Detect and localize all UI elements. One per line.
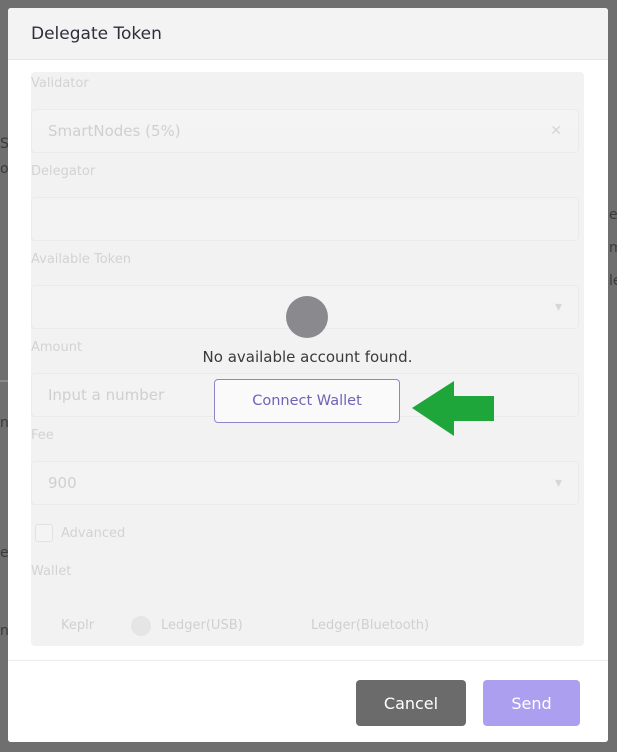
connect-wallet-button[interactable]: Connect Wallet <box>214 379 400 423</box>
chevron-down-icon: ▾ <box>554 299 562 315</box>
advanced-label: Advanced <box>61 526 126 541</box>
amount-placeholder: Input a number <box>48 386 165 404</box>
wallet-radio[interactable] <box>131 616 151 636</box>
fee-select[interactable]: 900 ▾ <box>31 461 579 505</box>
background-text: ei <box>609 207 617 223</box>
wallet-label: Wallet <box>31 564 72 579</box>
modal-header: Delegate Token <box>8 8 608 60</box>
no-account-message: No available account found. <box>202 348 413 366</box>
validator-select[interactable]: SmartNodes (5%) ✕ <box>31 109 579 153</box>
chevron-down-icon: ▾ <box>554 475 562 491</box>
modal-footer: Cancel Send <box>8 660 608 742</box>
cancel-button[interactable]: Cancel <box>356 680 466 726</box>
background-divider <box>0 380 8 382</box>
validator-label: Validator <box>31 76 89 91</box>
modal-title: Delegate Token <box>31 23 162 44</box>
background-text: le <box>609 273 617 289</box>
delegator-field[interactable] <box>31 197 579 241</box>
delegate-token-modal: Delegate Token Validator SmartNodes (5%)… <box>8 8 608 742</box>
clear-icon[interactable]: ✕ <box>550 123 562 139</box>
advanced-checkbox[interactable] <box>35 524 53 542</box>
fee-value: 900 <box>48 474 77 492</box>
send-button[interactable]: Send <box>483 680 580 726</box>
wallet-option-keplr[interactable]: Keplr <box>61 618 94 633</box>
available-token-label: Available Token <box>31 252 131 267</box>
wallet-avatar-icon <box>286 296 328 338</box>
arrow-left-icon <box>412 381 494 436</box>
validator-value: SmartNodes (5%) <box>48 122 181 140</box>
delegate-form: Validator SmartNodes (5%) ✕ Delegator Av… <box>31 72 584 646</box>
fee-label: Fee <box>31 428 54 443</box>
delegator-label: Delegator <box>31 164 96 179</box>
wallet-option-ledger-usb[interactable]: Ledger(USB) <box>161 618 243 633</box>
background-text: m <box>609 240 617 256</box>
wallet-option-ledger-bluetooth[interactable]: Ledger(Bluetooth) <box>311 618 429 633</box>
